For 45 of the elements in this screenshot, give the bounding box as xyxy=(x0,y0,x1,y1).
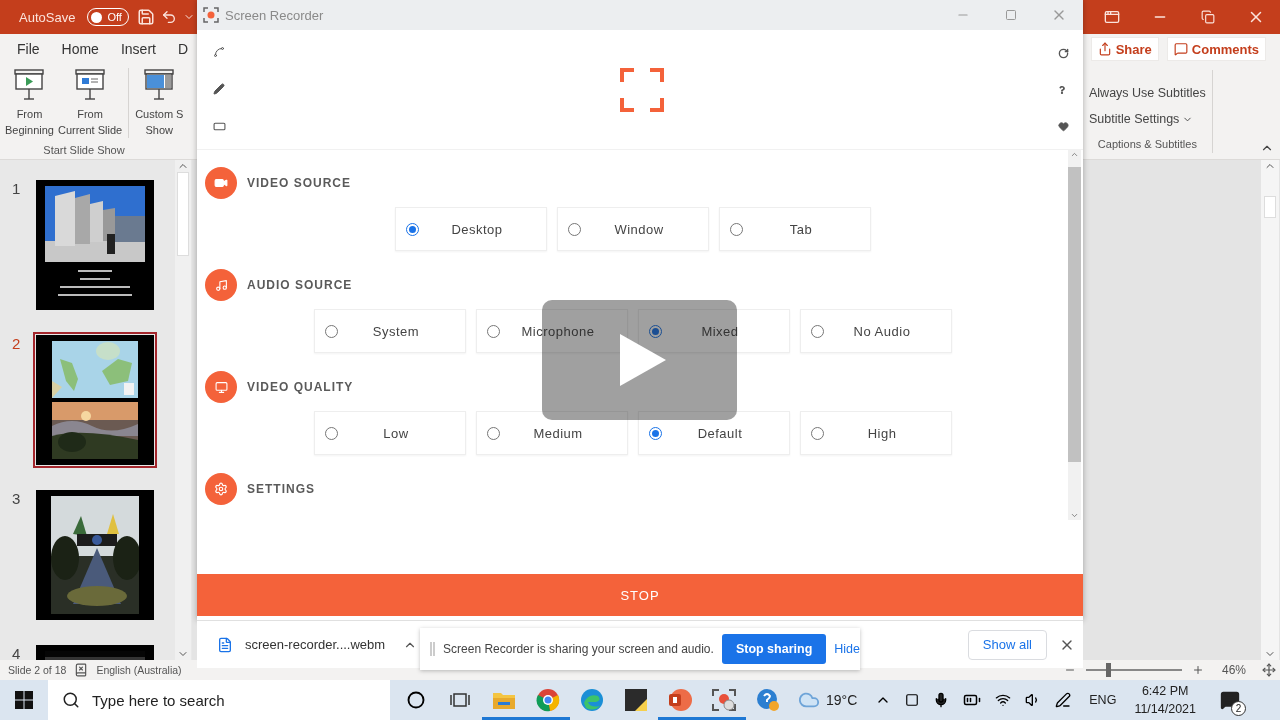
slide-number: 3 xyxy=(11,490,22,509)
slide-number: 4 xyxy=(11,645,22,660)
option-button[interactable]: Medium xyxy=(475,411,628,455)
ribbon-tab[interactable]: Insert xyxy=(120,41,156,57)
option-button[interactable]: Low xyxy=(313,411,466,455)
download-item[interactable]: screen-recorder....webm xyxy=(245,637,386,652)
show-all-button[interactable]: Show all xyxy=(967,629,1047,660)
slide-number: 2 xyxy=(11,335,22,354)
hide-link[interactable]: Hide xyxy=(834,642,860,656)
share-button[interactable]: Share xyxy=(1090,37,1159,61)
clock[interactable]: 6:42 PM 11/14/2021 xyxy=(1122,682,1208,718)
search-field[interactable]: Type here to search xyxy=(48,680,390,720)
language-label: English (Australia) xyxy=(96,664,182,676)
option-button[interactable]: Tab xyxy=(718,207,871,251)
slideshow-button[interactable]: Custom S Show xyxy=(134,68,185,138)
group-label: Start Slide Show xyxy=(42,144,126,156)
option-button[interactable]: System xyxy=(313,309,466,353)
group-label: Captions & Subtitles xyxy=(1096,138,1198,150)
subtitle-settings-button[interactable]: Subtitle Settings xyxy=(1089,112,1206,126)
notification-count: 2 xyxy=(1231,701,1246,716)
section-title: VIDEO SOURCE xyxy=(247,176,351,190)
comments-button[interactable]: Comments xyxy=(1166,37,1266,61)
section-title: SETTINGS xyxy=(247,482,315,496)
option-button[interactable]: No Audio xyxy=(799,309,952,353)
slideshow-button[interactable]: From Current Slide xyxy=(56,68,124,138)
ribbon-tab[interactable]: File xyxy=(17,41,40,57)
slide-count: Slide 2 of 18 xyxy=(8,664,67,676)
stop-sharing-button[interactable]: Stop sharing xyxy=(721,634,827,664)
slideshow-button[interactable]: From Beginning xyxy=(4,68,55,138)
slide-number: 1 xyxy=(11,180,22,199)
section-title: VIDEO QUALITY xyxy=(247,380,354,394)
section-title: AUDIO SOURCE xyxy=(247,278,353,292)
option-button[interactable]: Desktop xyxy=(394,207,547,251)
option-button[interactable]: Default xyxy=(637,411,790,455)
language-indicator[interactable]: ENG xyxy=(1083,693,1123,707)
option-button[interactable]: High xyxy=(799,411,952,455)
ribbon-tab[interactable]: D xyxy=(177,41,189,57)
option-button[interactable]: Window xyxy=(556,207,709,251)
autosave-label: AutoSave xyxy=(19,9,76,25)
sharing-message: Screen Recorder is sharing your screen and audio. xyxy=(443,642,714,656)
subtitles-option[interactable]: Always Use Subtitles xyxy=(1089,86,1206,100)
temperature: 19°C xyxy=(825,692,859,708)
zoom-percent: 46% xyxy=(1221,663,1246,677)
ribbon-tab[interactable]: Home xyxy=(61,41,99,57)
window-title: Screen Recorder xyxy=(225,7,324,23)
